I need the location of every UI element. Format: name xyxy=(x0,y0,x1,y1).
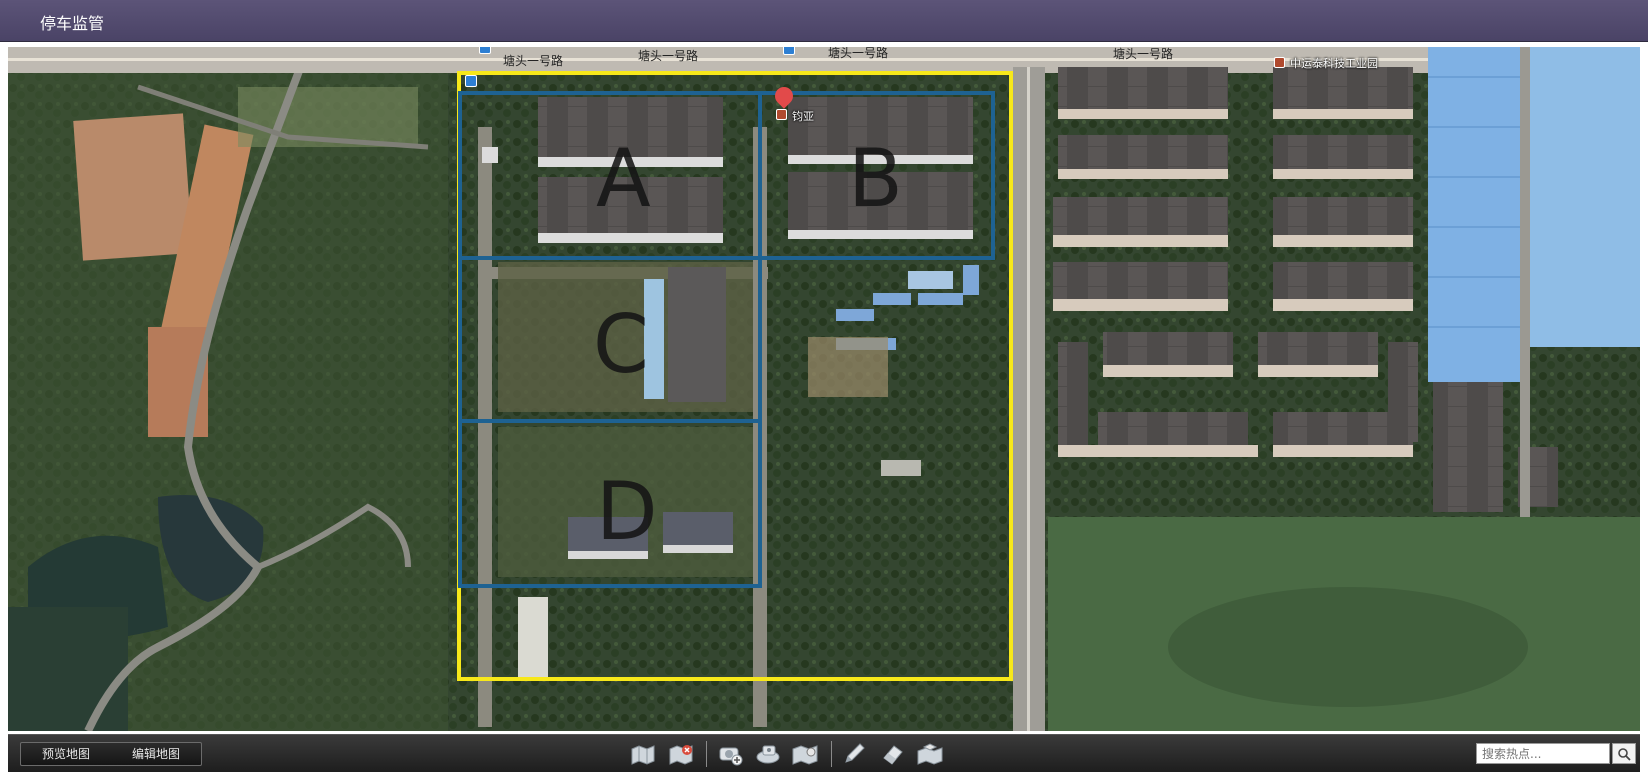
satellite-map[interactable]: A B C D 塘头一号路 塘头一号路 塘头一号路 塘头一号路 中运泰科技工业园… xyxy=(8,47,1640,731)
pencil-icon xyxy=(845,743,865,763)
erase-button[interactable] xyxy=(878,739,908,769)
bus-stop-icon[interactable] xyxy=(783,47,795,55)
search-icon xyxy=(1618,747,1631,761)
app-title: 停车监管 xyxy=(40,14,105,33)
map-close-icon xyxy=(669,745,693,765)
zone-label-a[interactable]: A xyxy=(596,139,651,219)
toolbar-divider xyxy=(706,741,707,767)
add-camera-icon xyxy=(719,747,743,766)
add-camera-button[interactable] xyxy=(715,739,745,769)
road-label: 塘头一号路 xyxy=(503,54,564,68)
road-label: 塘头一号路 xyxy=(828,47,889,60)
map-link-button[interactable] xyxy=(791,739,821,769)
map-close-button[interactable] xyxy=(666,739,696,769)
camera-map-icon xyxy=(756,745,780,764)
map-mode-tabs: 预览地图 编辑地图 xyxy=(20,742,202,766)
map-tools xyxy=(628,739,954,769)
bus-stop-icon[interactable] xyxy=(479,47,491,54)
title-bar: 停车监管 xyxy=(0,0,1648,42)
toolbar-divider xyxy=(831,741,832,767)
map-link-icon xyxy=(792,745,818,765)
map-view-icon xyxy=(631,745,655,765)
bus-stop-icon[interactable] xyxy=(465,75,477,87)
road-label: 塘头一号路 xyxy=(638,49,699,63)
zone-label-b[interactable]: B xyxy=(848,139,903,219)
eraser-icon xyxy=(883,745,903,765)
map-imagery xyxy=(8,47,1640,731)
bottom-toolbar: 预览地图 编辑地图 xyxy=(8,734,1640,772)
zone-label-d[interactable]: D xyxy=(596,472,658,552)
map-layers-icon xyxy=(917,743,943,765)
tab-preview-map[interactable]: 预览地图 xyxy=(21,743,111,765)
map-layers-button[interactable] xyxy=(916,739,946,769)
poi-label-junya[interactable]: 钧亚 xyxy=(792,108,814,124)
search-button[interactable] xyxy=(1612,743,1636,764)
tab-edit-map[interactable]: 编辑地图 xyxy=(111,743,201,765)
poi-label-industrial-park[interactable]: 中运泰科技工业园 xyxy=(1290,55,1378,71)
search-hotspot-input[interactable] xyxy=(1476,743,1610,764)
map-view-button[interactable] xyxy=(628,739,658,769)
poi-marker-icon[interactable] xyxy=(776,109,787,120)
zone-label-c[interactable]: C xyxy=(593,305,649,385)
camera-map-button[interactable] xyxy=(753,739,783,769)
poi-marker-icon[interactable] xyxy=(1274,57,1285,68)
road-label: 塘头一号路 xyxy=(1113,47,1174,61)
draw-button[interactable] xyxy=(840,739,870,769)
